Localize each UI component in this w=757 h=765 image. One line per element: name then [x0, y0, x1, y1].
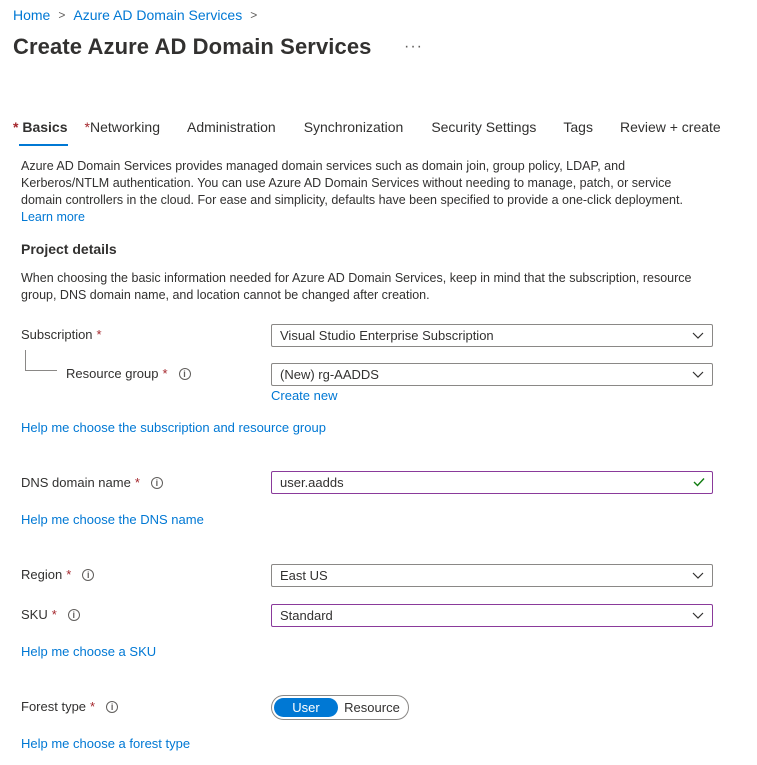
- breadcrumb-service-link[interactable]: Azure AD Domain Services: [73, 7, 242, 23]
- subscription-select[interactable]: Visual Studio Enterprise Subscription: [271, 324, 713, 347]
- subscription-label: Subscription *: [21, 327, 102, 342]
- project-description: When choosing the basic information need…: [21, 271, 692, 302]
- region-label: Region * i: [21, 567, 95, 582]
- info-icon[interactable]: i: [67, 608, 80, 621]
- forest-type-option-resource[interactable]: Resource: [338, 700, 406, 715]
- chevron-right-icon: >: [250, 8, 258, 22]
- more-options-icon[interactable]: ···: [404, 38, 423, 56]
- resource-group-label: Resource group * i: [66, 366, 191, 381]
- help-sku-link[interactable]: Help me choose a SKU: [21, 644, 156, 659]
- chevron-down-icon: [692, 572, 704, 579]
- tab-basics[interactable]: * Basics: [13, 119, 68, 146]
- info-icon[interactable]: i: [150, 476, 163, 489]
- intro-text: Azure AD Domain Services provides manage…: [21, 159, 683, 224]
- sku-select[interactable]: Standard: [271, 604, 713, 627]
- help-subscription-link[interactable]: Help me choose the subscription and reso…: [21, 420, 326, 435]
- chevron-right-icon: >: [58, 8, 66, 22]
- chevron-down-icon: [692, 371, 704, 378]
- tab-administration[interactable]: Administration: [187, 119, 276, 145]
- dns-domain-name-label: DNS domain name * i: [21, 475, 163, 490]
- breadcrumb-home-link[interactable]: Home: [13, 7, 50, 23]
- forest-type-label: Forest type * i: [21, 699, 119, 714]
- tab-security-settings[interactable]: Security Settings: [431, 119, 536, 145]
- chevron-down-icon: [692, 612, 704, 619]
- chevron-down-icon: [692, 332, 704, 339]
- wizard-tabs: * Basics *Networking Administration Sync…: [13, 119, 721, 146]
- forest-type-toggle[interactable]: User Resource: [271, 695, 409, 720]
- info-icon[interactable]: i: [82, 568, 95, 581]
- help-dns-link[interactable]: Help me choose the DNS name: [21, 512, 204, 527]
- checkmark-icon: [693, 478, 705, 487]
- tab-synchronization[interactable]: Synchronization: [304, 119, 404, 145]
- resource-group-select[interactable]: (New) rg-AADDS: [271, 363, 713, 386]
- help-forest-type-link[interactable]: Help me choose a forest type: [21, 736, 190, 751]
- breadcrumb: Home > Azure AD Domain Services >: [13, 7, 265, 23]
- create-new-resource-group-link[interactable]: Create new: [271, 388, 337, 403]
- tab-review-create[interactable]: Review + create: [620, 119, 721, 145]
- info-icon[interactable]: i: [178, 367, 191, 380]
- tab-tags[interactable]: Tags: [563, 119, 593, 145]
- dns-domain-name-input[interactable]: user.aadds: [271, 471, 713, 494]
- learn-more-link[interactable]: Learn more: [21, 210, 85, 224]
- tab-networking[interactable]: *Networking: [85, 119, 160, 145]
- tree-connector: [25, 350, 57, 371]
- forest-type-option-user[interactable]: User: [274, 698, 338, 717]
- region-select[interactable]: East US: [271, 564, 713, 587]
- info-icon[interactable]: i: [106, 700, 119, 713]
- sku-label: SKU * i: [21, 607, 80, 622]
- section-title-project-details: Project details: [21, 241, 117, 257]
- page-title: Create Azure AD Domain Services: [13, 34, 372, 59]
